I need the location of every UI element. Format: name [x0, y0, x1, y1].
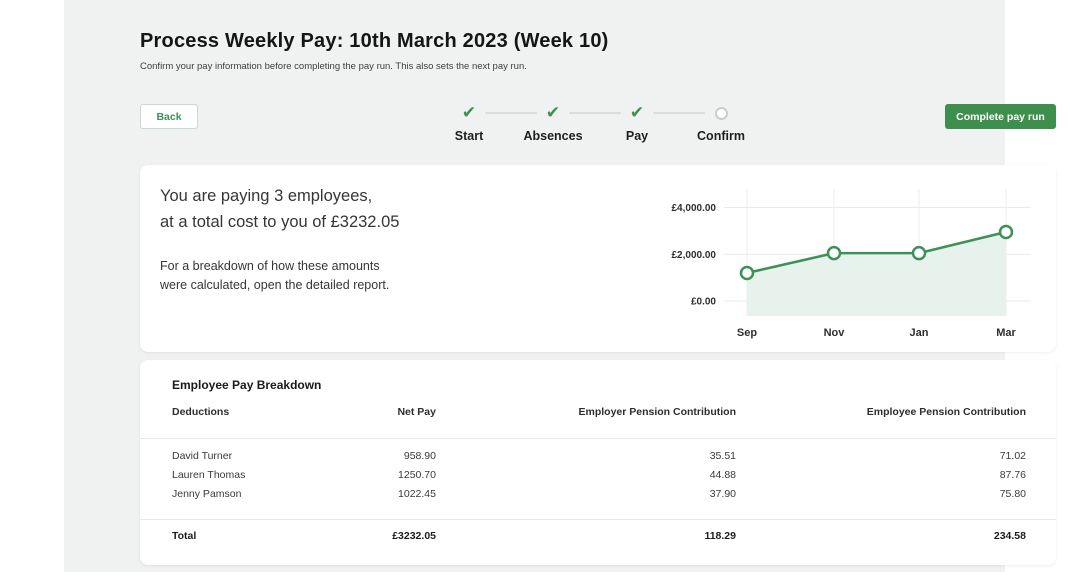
table-row: David Turner958.9035.5171.02 — [172, 446, 1026, 465]
stepper-step-label: Absences — [523, 129, 582, 143]
check-icon: ✔ — [462, 103, 476, 123]
back-button[interactable]: Back — [140, 104, 198, 129]
employee-name: David Turner — [172, 450, 312, 462]
employee-pay-breakdown-card: Employee Pay Breakdown Deductions Net Pa… — [140, 360, 1056, 565]
stepper-step-absences[interactable]: ✔ Absences — [511, 103, 595, 143]
process-weekly-pay-page: Process Weekly Pay: 10th March 2023 (Wee… — [0, 0, 1068, 579]
chart-point — [1000, 226, 1012, 238]
pay-history-chart: £0.00 £2,000.00 £4,000.00 Sep Nov Jan Mar — [659, 181, 1039, 341]
stepper-step-label: Pay — [626, 129, 648, 143]
net-pay-value: 1250.70 — [312, 469, 436, 481]
pending-circle-icon — [715, 103, 728, 123]
table-header-row: Deductions Net Pay Employer Pension Cont… — [172, 406, 1026, 418]
stepper-step-start[interactable]: ✔ Start — [427, 103, 511, 143]
summary-line-3: For a breakdown of how these amounts — [160, 257, 389, 276]
y-axis-tick-label: £0.00 — [691, 297, 716, 308]
page-title: Process Weekly Pay: 10th March 2023 (Wee… — [140, 30, 609, 53]
stepper-step-label: Start — [455, 129, 483, 143]
net-pay-value: 1022.45 — [312, 488, 436, 500]
table-title: Employee Pay Breakdown — [172, 378, 321, 392]
table-row: Lauren Thomas1250.7044.8887.76 — [172, 465, 1026, 484]
summary-headline: You are paying 3 employees, at a total c… — [160, 183, 399, 235]
x-axis-tick-label: Nov — [824, 327, 846, 339]
chart-point — [741, 267, 753, 279]
employee-pension-value: 75.80 — [736, 488, 1026, 500]
total-employee-pension: 234.58 — [736, 530, 1026, 542]
table-row: Jenny Pamson1022.4537.9075.80 — [172, 484, 1026, 503]
x-axis-tick-label: Mar — [996, 327, 1016, 339]
employer-pension-value: 44.88 — [436, 469, 736, 481]
employee-pension-value: 87.76 — [736, 469, 1026, 481]
page-subtitle: Confirm your pay information before comp… — [140, 61, 527, 72]
employee-name: Lauren Thomas — [172, 469, 312, 481]
column-header-employer-pension: Employer Pension Contribution — [436, 406, 736, 418]
employer-pension-value: 35.51 — [436, 450, 736, 462]
y-axis-tick-label: £4,000.00 — [672, 203, 717, 214]
total-label: Total — [172, 530, 312, 542]
summary-line-4: were calculated, open the detailed repor… — [160, 276, 389, 295]
check-icon: ✔ — [630, 103, 644, 123]
employee-name: Jenny Pamson — [172, 488, 312, 500]
stepper-step-label: Confirm — [697, 129, 745, 143]
x-axis-tick-label: Sep — [737, 327, 757, 339]
total-net-pay: £3232.05 — [312, 530, 436, 542]
column-header-employee-pension: Employee Pension Contribution — [736, 406, 1026, 418]
total-employer-pension: 118.29 — [436, 530, 736, 542]
summary-line-1: You are paying 3 employees, — [160, 183, 399, 209]
column-header-net-pay: Net Pay — [312, 406, 436, 418]
check-icon: ✔ — [546, 103, 560, 123]
content-panel: Process Weekly Pay: 10th March 2023 (Wee… — [64, 0, 1005, 572]
table-body: David Turner958.9035.5171.02Lauren Thoma… — [172, 446, 1026, 503]
pay-summary-card: You are paying 3 employees, at a total c… — [140, 165, 1056, 352]
complete-pay-run-button[interactable]: Complete pay run — [945, 104, 1056, 129]
employee-pension-value: 71.02 — [736, 450, 1026, 462]
table-header-divider — [140, 438, 1056, 439]
stepper-step-confirm[interactable]: Confirm — [679, 103, 763, 143]
table-total-row: Total £3232.05 118.29 234.58 — [172, 530, 1026, 542]
chart-area-fill — [747, 232, 1006, 316]
chart-point — [913, 247, 925, 259]
y-axis-tick-label: £2,000.00 — [672, 250, 717, 261]
summary-line-2: at a total cost to you of £3232.05 — [160, 209, 399, 235]
pay-run-stepper: ✔ Start ✔ Absences ✔ Pay Confirm — [427, 103, 763, 143]
employer-pension-value: 37.90 — [436, 488, 736, 500]
table-total-divider — [140, 519, 1056, 520]
chart-point — [828, 247, 840, 259]
x-axis-tick-label: Jan — [910, 327, 929, 339]
column-header-deductions: Deductions — [172, 406, 312, 418]
summary-note: For a breakdown of how these amounts wer… — [160, 257, 389, 295]
net-pay-value: 958.90 — [312, 450, 436, 462]
stepper-step-pay[interactable]: ✔ Pay — [595, 103, 679, 143]
